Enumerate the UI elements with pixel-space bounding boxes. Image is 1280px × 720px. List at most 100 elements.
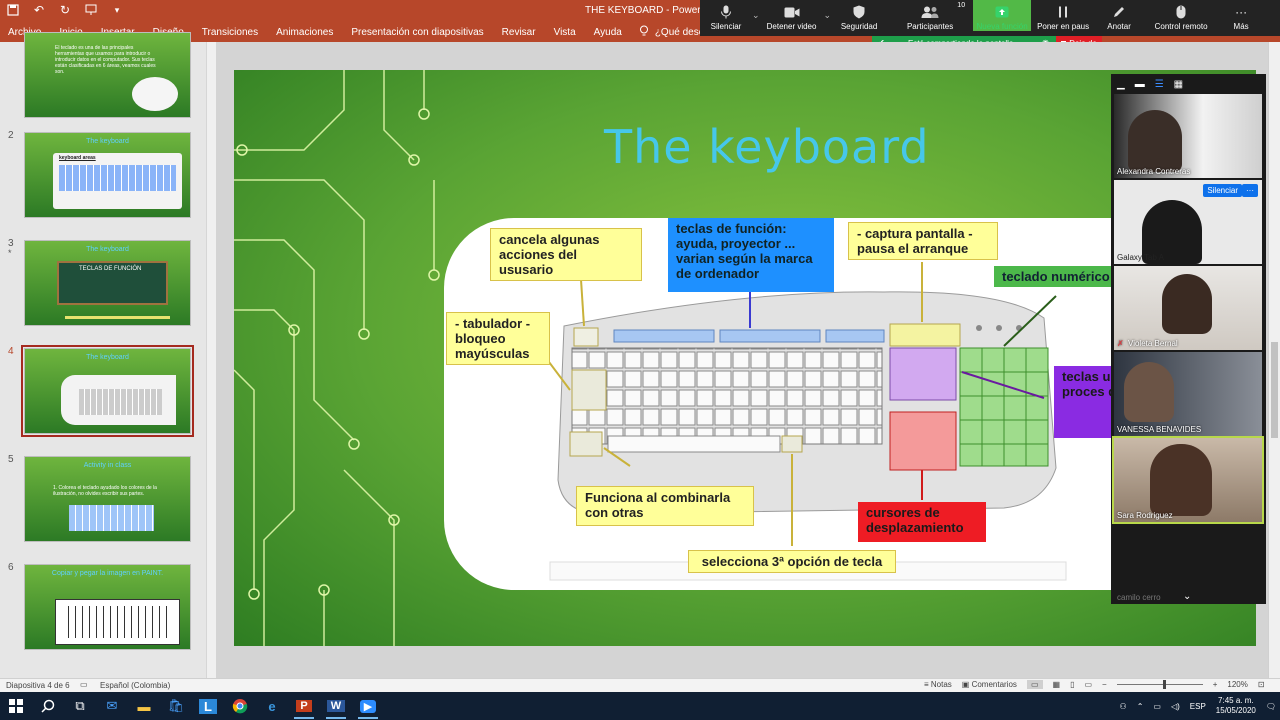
tab-animaciones[interactable]: Animaciones <box>267 27 342 38</box>
participant-tile[interactable]: Alexandra Contreras <box>1114 94 1262 178</box>
slide-sorter-icon[interactable]: ▦ <box>1053 680 1061 689</box>
start-icon[interactable] <box>0 692 32 720</box>
customize-toolbar-icon[interactable]: ▾ <box>110 3 124 17</box>
slide-thumbnail-2[interactable]: The keyboard keyboard areas <box>24 132 191 218</box>
task-view-icon[interactable]: ⧉ <box>64 692 96 720</box>
spellcheck-icon[interactable]: ▭ <box>80 680 88 689</box>
remote-control-button[interactable]: Control remoto <box>1143 0 1219 31</box>
tab-transiciones[interactable]: Transiciones <box>193 27 267 38</box>
launcher-l-icon[interactable]: L <box>192 692 224 720</box>
powerpoint-icon[interactable]: P <box>288 692 320 720</box>
participant-video <box>1150 444 1212 516</box>
participant-more-button[interactable]: ··· <box>1242 184 1258 197</box>
zoom-participant-gallery: ▁ ▬ ☰ ▦ Alexandra Contreras Silenciar ··… <box>1111 74 1266 604</box>
mute-participant-button[interactable]: Silenciar <box>1203 184 1242 197</box>
chevron-down-icon[interactable]: ⌄ <box>1183 591 1191 602</box>
participants-button[interactable]: Participantes 10 <box>887 0 973 31</box>
annotate-button[interactable]: Anotar <box>1095 0 1143 31</box>
video-link[interactable] <box>65 316 170 319</box>
search-icon[interactable] <box>32 692 64 720</box>
notes-button[interactable]: ≡ Notas <box>924 680 952 689</box>
lightbulb-icon <box>639 25 649 40</box>
fit-slide-icon[interactable]: ⊡ <box>1258 680 1265 689</box>
status-bar: Diapositiva 4 de 6 ▭ Español (Colombia) … <box>0 678 1280 692</box>
edge-icon[interactable]: e <box>256 692 288 720</box>
slide-thumbnail-5[interactable]: Activity in class 1. Colorea el teclado … <box>24 456 191 542</box>
current-slide[interactable]: The keyboard cancela algunas acciones de… <box>234 70 1256 646</box>
zoom-out-button[interactable]: − <box>1102 680 1107 689</box>
slide-thumbnail-6[interactable]: Copiar y pegar la imagen en PAINT. <box>24 564 191 650</box>
tab-ayuda[interactable]: Ayuda <box>585 27 631 38</box>
participant-tile[interactable]: VANESSA BENAVIDES <box>1114 352 1262 436</box>
undo-icon[interactable]: ↶ <box>32 3 46 17</box>
redo-icon[interactable]: ↻ <box>58 3 72 17</box>
grid-view-icon[interactable]: ▦ <box>1174 79 1183 90</box>
pen-icon <box>1113 4 1125 20</box>
participant-tile-active-speaker[interactable]: Sara Rodriguez <box>1112 436 1264 524</box>
clock[interactable]: 7:45 a. m. 15/05/2020 <box>1216 696 1256 716</box>
slideshow-icon[interactable]: ▭ <box>1084 680 1092 689</box>
minimize-icon[interactable]: ▁ <box>1117 79 1125 90</box>
teacher-board: TECLAS DE FUNCIÓN <box>57 261 168 305</box>
mouse-icon <box>1176 4 1186 20</box>
thumbnails-scrollbar[interactable] <box>206 42 216 678</box>
speaker-view-icon[interactable]: ☰ <box>1155 79 1164 90</box>
new-share-button[interactable]: Nueva función <box>973 0 1032 31</box>
mute-button[interactable]: Silenciar <box>700 0 752 31</box>
tab-presentacion[interactable]: Presentación con diapositivas <box>342 27 492 38</box>
keyboard-diagram[interactable]: cancela algunas acciones del ususario te… <box>444 218 1164 590</box>
network-icon[interactable]: ▭ <box>1153 702 1161 711</box>
slide-thumbnail-3[interactable]: The keyboard TECLAS DE FUNCIÓN <box>24 240 191 326</box>
pause-share-button[interactable]: Poner en paus <box>1031 0 1095 31</box>
chevron-down-icon[interactable]: ⌄ <box>824 0 832 21</box>
store-icon[interactable]: 🛍 <box>160 692 192 720</box>
more-button[interactable]: ··· Más <box>1219 0 1263 31</box>
keyboard-miniature <box>79 389 162 415</box>
notifications-icon[interactable]: 🗨 <box>1266 702 1276 711</box>
slide-thumbnail-1[interactable]: El teclado es una de las principales her… <box>24 32 191 118</box>
save-icon[interactable] <box>6 3 20 17</box>
zoom-slider[interactable] <box>1116 680 1203 689</box>
chrome-icon[interactable] <box>224 692 256 720</box>
reading-view-icon[interactable]: ▯ <box>1070 680 1074 689</box>
keyboard-miniature <box>69 505 154 531</box>
stop-video-button[interactable]: Detener video <box>760 0 824 31</box>
people-icon[interactable]: ⚇ <box>1120 702 1127 711</box>
comments-button[interactable]: ▣ Comentarios <box>962 680 1017 689</box>
slide-thumbnails-panel: El teclado es una de las principales her… <box>0 32 216 678</box>
volume-icon[interactable]: ◁) <box>1171 702 1180 711</box>
shield-icon <box>853 4 865 20</box>
muted-icon: ✗ <box>1117 339 1124 348</box>
quick-access-toolbar: ↶ ↻ ▾ <box>6 3 124 17</box>
slide-scrollbar[interactable] <box>1268 42 1280 678</box>
scrollbar-thumb[interactable] <box>1271 342 1278 438</box>
input-language[interactable]: ESP <box>1190 702 1206 711</box>
tab-revisar[interactable]: Revisar <box>493 27 545 38</box>
file-explorer-icon[interactable]: ▬ <box>128 692 160 720</box>
presenter-icon[interactable] <box>84 3 98 17</box>
zoom-app-icon[interactable]: ▶ <box>352 692 384 720</box>
windows-taskbar: ⧉ ✉ ▬ 🛍 L e P W ▶ ⚇ ⌃ ▭ ◁) ESP 7:45 a. m… <box>0 692 1280 720</box>
word-icon[interactable]: W <box>320 692 352 720</box>
zoom-in-button[interactable]: + <box>1213 680 1218 689</box>
strip-view-icon[interactable]: ▬ <box>1135 79 1145 90</box>
participant-tile[interactable]: ✗ Violeta Bernal <box>1114 266 1262 350</box>
security-button[interactable]: Seguridad <box>831 0 887 31</box>
slide-title[interactable]: The keyboard <box>604 120 930 174</box>
language-indicator[interactable]: Español (Colombia) <box>100 681 170 690</box>
kids-illustration <box>132 77 178 111</box>
participant-tile[interactable]: Silenciar ··· Galaxy Tab A <box>1114 180 1262 264</box>
normal-view-icon[interactable]: ▭ <box>1026 680 1043 689</box>
microphone-icon <box>720 4 732 20</box>
slide-thumbnail-4[interactable]: The keyboard <box>21 345 194 437</box>
mail-icon[interactable]: ✉ <box>96 692 128 720</box>
show-hidden-icons[interactable]: ⌃ <box>1137 702 1144 711</box>
zoom-level[interactable]: 120% <box>1227 680 1247 689</box>
tab-vista[interactable]: Vista <box>545 27 585 38</box>
combine-keys-label: Funciona al combinarla con otras <box>576 486 754 526</box>
altgr-key-label: selecciona 3ª opción de tecla <box>688 550 896 573</box>
chevron-down-icon[interactable]: ⌄ <box>752 0 760 21</box>
gallery-view-controls: ▁ ▬ ☰ ▦ <box>1111 74 1266 94</box>
zoom-slider-thumb[interactable] <box>1162 680 1166 689</box>
pause-icon <box>1058 4 1068 20</box>
